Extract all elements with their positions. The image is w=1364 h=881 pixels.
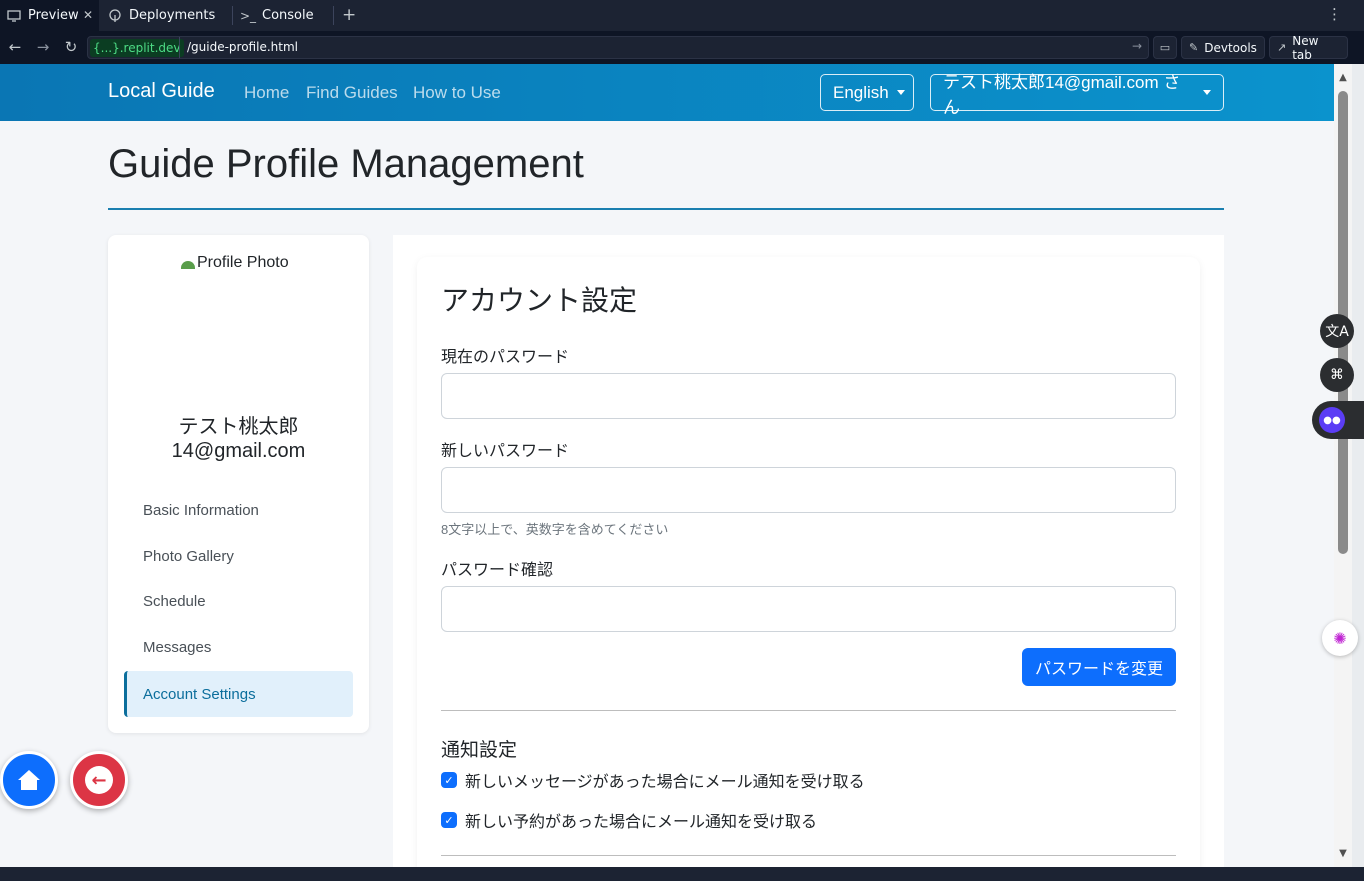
monitor-icon: ▭ bbox=[1159, 41, 1171, 54]
close-icon[interactable]: ✕ bbox=[83, 8, 93, 22]
profile-photo: Profile Photo bbox=[180, 254, 289, 272]
profile-photo-alt: Profile Photo bbox=[197, 254, 289, 271]
tab-deployments[interactable]: Deployments bbox=[101, 0, 232, 31]
title-divider bbox=[108, 208, 1224, 210]
notifications-title: 通知設定 bbox=[441, 740, 518, 761]
url-path: /guide-profile.html bbox=[187, 40, 298, 54]
tab-preview[interactable]: Preview ✕ bbox=[0, 0, 99, 31]
devtools-label: Devtools bbox=[1204, 40, 1257, 55]
back-arrow-icon[interactable]: ← bbox=[6, 38, 24, 56]
notify-bookings-label: 新しい予約があった場合にメール通知を受け取る bbox=[465, 814, 818, 831]
url-toolbar: ← → ↻ {...}.replit.dev /guide-profile.ht… bbox=[0, 31, 1364, 64]
notify-bookings-option[interactable]: ✓ 新しい予約があった場合にメール通知を受け取る bbox=[441, 808, 817, 832]
user-dropdown[interactable]: テスト桃太郎14@gmail.com さん bbox=[930, 73, 1224, 117]
side-strip bbox=[1352, 64, 1364, 867]
caret-down-icon bbox=[896, 90, 905, 95]
section-divider bbox=[441, 710, 1176, 711]
arrow-left-icon: ← bbox=[85, 766, 113, 794]
broken-image-icon bbox=[180, 256, 196, 270]
translate-icon[interactable]: 文A bbox=[1320, 314, 1354, 348]
current-password-label: 現在のパスワード bbox=[441, 349, 570, 366]
nav-link-home[interactable]: Home bbox=[244, 83, 289, 103]
confirm-password-label: パスワード確認 bbox=[441, 562, 554, 579]
terminal-icon: >_ bbox=[239, 8, 257, 23]
apps-grid-icon[interactable]: ⌘ bbox=[1320, 358, 1354, 392]
caret-down-icon bbox=[1203, 90, 1211, 95]
responsive-view-button[interactable]: ▭ bbox=[1153, 36, 1177, 59]
user-label: テスト桃太郎14@gmail.com さん bbox=[943, 72, 1181, 117]
assistant-extension[interactable]: ●● bbox=[1312, 401, 1364, 439]
devtools-button[interactable]: ✎ Devtools bbox=[1181, 36, 1265, 59]
tab-label: Console bbox=[262, 8, 314, 23]
section-divider bbox=[441, 855, 1176, 856]
brain-icon[interactable]: ✺ bbox=[1322, 620, 1358, 656]
notify-messages-option[interactable]: ✓ 新しいメッセージがあった場合にメール通知を受け取る bbox=[441, 768, 865, 792]
plus-icon[interactable]: + bbox=[342, 5, 356, 25]
url-divider bbox=[179, 37, 180, 58]
change-password-button[interactable]: パスワードを変更 bbox=[1022, 648, 1176, 686]
home-icon bbox=[18, 770, 40, 790]
password-help-text: 8文字以上で、英数字を含めてください bbox=[441, 522, 669, 537]
url-host: {...}.replit.dev bbox=[90, 39, 184, 57]
tab-console[interactable]: >_ Console bbox=[234, 0, 332, 31]
robot-face-icon: ●● bbox=[1319, 407, 1345, 433]
account-settings-card: アカウント設定 現在のパスワード 新しいパスワード 8文字以上で、英数字を含めて… bbox=[417, 257, 1200, 867]
page-viewport: Local Guide Home Find Guides How to Use … bbox=[0, 64, 1334, 867]
current-password-input[interactable] bbox=[441, 373, 1176, 419]
main-panel: アカウント設定 現在のパスワード 新しいパスワード 8文字以上で、英数字を含めて… bbox=[393, 235, 1224, 867]
reload-icon[interactable]: ↻ bbox=[62, 38, 80, 56]
page-scrollbar[interactable]: ▲ ▼ bbox=[1334, 64, 1352, 867]
browser-tabbar: Preview ✕ Deployments >_ Console + ⋮ bbox=[0, 0, 1364, 31]
checkbox-checked[interactable]: ✓ bbox=[441, 812, 457, 828]
deploy-icon bbox=[107, 8, 123, 24]
external-link-icon: ↗ bbox=[1277, 41, 1287, 54]
new-tab-label: New tab bbox=[1292, 33, 1319, 62]
brand-link[interactable]: Local Guide bbox=[108, 80, 215, 103]
language-label: English bbox=[833, 82, 889, 102]
page-title: Guide Profile Management bbox=[108, 142, 584, 186]
sidebar-item-photo-gallery[interactable]: Photo Gallery bbox=[124, 533, 353, 579]
tab-divider bbox=[232, 6, 233, 25]
address-bar[interactable]: {...}.replit.dev /guide-profile.html → bbox=[87, 36, 1149, 59]
forward-arrow-icon[interactable]: → bbox=[34, 38, 52, 56]
nav-link-find-guides[interactable]: Find Guides bbox=[306, 83, 398, 103]
monitor-icon bbox=[6, 8, 22, 24]
nav-link-how-to-use[interactable]: How to Use bbox=[413, 83, 501, 103]
tab-label: Preview bbox=[28, 8, 79, 23]
home-fab[interactable] bbox=[0, 751, 58, 809]
sidebar-item-schedule[interactable]: Schedule bbox=[124, 578, 353, 624]
profile-name: テスト桃太郎 14@gmail.com bbox=[108, 415, 369, 463]
profile-name-line1: テスト桃太郎 bbox=[178, 416, 299, 438]
notify-messages-label: 新しいメッセージがあった場合にメール通知を受け取る bbox=[465, 774, 865, 791]
sidebar-item-messages[interactable]: Messages bbox=[124, 624, 353, 670]
sidebar-item-basic-information[interactable]: Basic Information bbox=[124, 487, 353, 533]
language-dropdown[interactable]: English bbox=[820, 74, 914, 111]
open-new-tab-button[interactable]: ↗ New tab bbox=[1269, 33, 1348, 62]
checkbox-checked[interactable]: ✓ bbox=[441, 772, 457, 788]
tab-label: Deployments bbox=[129, 8, 216, 23]
site-navbar: Local Guide Home Find Guides How to Use … bbox=[0, 64, 1334, 121]
scroll-up-icon[interactable]: ▲ bbox=[1337, 72, 1349, 84]
arrow-right-icon[interactable]: → bbox=[1132, 39, 1142, 53]
card-title: アカウント設定 bbox=[441, 285, 638, 316]
back-fab[interactable]: ← bbox=[70, 751, 128, 809]
more-vertical-icon[interactable]: ⋮ bbox=[1327, 5, 1342, 23]
wrench-icon: ✎ bbox=[1189, 41, 1199, 54]
profile-sidebar: Profile Photo テスト桃太郎 14@gmail.com Basic … bbox=[108, 235, 369, 733]
new-password-input[interactable] bbox=[441, 467, 1176, 513]
scroll-down-icon[interactable]: ▼ bbox=[1337, 848, 1349, 860]
confirm-password-input[interactable] bbox=[441, 586, 1176, 632]
profile-name-line2: 14@gmail.com bbox=[171, 440, 306, 462]
tab-divider bbox=[333, 6, 334, 25]
sidebar-item-account-settings[interactable]: Account Settings bbox=[124, 671, 353, 717]
new-password-label: 新しいパスワード bbox=[441, 443, 570, 460]
window-bottom-bar bbox=[0, 867, 1364, 881]
